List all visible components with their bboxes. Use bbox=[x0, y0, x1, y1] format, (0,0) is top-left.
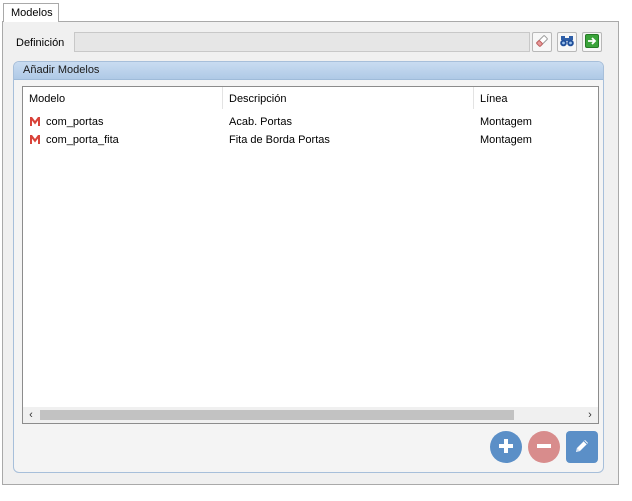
scrollbar-thumb[interactable] bbox=[40, 410, 514, 420]
tab-modelos-label: Modelos bbox=[11, 7, 53, 19]
definition-field[interactable] bbox=[74, 32, 530, 52]
grid-header: Modelo Descripción Línea bbox=[23, 87, 598, 109]
clear-button[interactable] bbox=[532, 32, 552, 52]
minus-icon bbox=[535, 437, 553, 458]
table-row[interactable]: com_porta_fita Fita de Borda Portas Mont… bbox=[23, 131, 598, 149]
cell-linea: Montagem bbox=[480, 134, 532, 146]
cell-linea: Montagem bbox=[480, 116, 532, 128]
cell-modelo: com_porta_fita bbox=[46, 134, 119, 146]
edit-button[interactable] bbox=[566, 431, 598, 463]
scroll-left-icon[interactable]: ‹ bbox=[24, 408, 38, 422]
column-header-linea-label: Línea bbox=[480, 93, 508, 105]
add-button[interactable] bbox=[490, 431, 522, 463]
eraser-icon bbox=[535, 34, 549, 51]
column-header-descripcion-label: Descripción bbox=[229, 93, 287, 105]
group-header: Añadir Modelos bbox=[14, 62, 603, 80]
add-models-group: Añadir Modelos Modelo Descripción Línea … bbox=[13, 61, 604, 473]
model-icon bbox=[29, 134, 41, 145]
search-button[interactable] bbox=[557, 32, 577, 52]
column-header-linea[interactable]: Línea bbox=[474, 87, 598, 109]
table-row[interactable]: com_portas Acab. Portas Montagem bbox=[23, 113, 598, 131]
scroll-right-icon[interactable]: › bbox=[583, 408, 597, 422]
cell-descripcion: Acab. Portas bbox=[229, 116, 292, 128]
definition-label: Definición bbox=[16, 37, 65, 49]
cell-modelo: com_portas bbox=[46, 116, 104, 128]
tab-modelos[interactable]: Modelos bbox=[3, 3, 59, 22]
column-header-descripcion[interactable]: Descripción bbox=[223, 87, 474, 109]
group-title: Añadir Modelos bbox=[23, 64, 100, 76]
model-icon bbox=[29, 116, 41, 127]
column-header-modelo-label: Modelo bbox=[29, 93, 66, 105]
binoculars-icon bbox=[559, 34, 575, 51]
pencil-icon bbox=[572, 436, 592, 459]
cell-descripcion: Fita de Borda Portas bbox=[229, 134, 330, 146]
models-grid[interactable]: Modelo Descripción Línea com_portas Acab… bbox=[22, 86, 599, 424]
green-arrow-icon bbox=[585, 33, 599, 51]
go-button[interactable] bbox=[582, 32, 602, 52]
plus-icon bbox=[497, 437, 515, 458]
column-header-modelo[interactable]: Modelo bbox=[23, 87, 223, 109]
remove-button[interactable] bbox=[528, 431, 560, 463]
horizontal-scrollbar[interactable]: ‹ › bbox=[23, 407, 598, 423]
